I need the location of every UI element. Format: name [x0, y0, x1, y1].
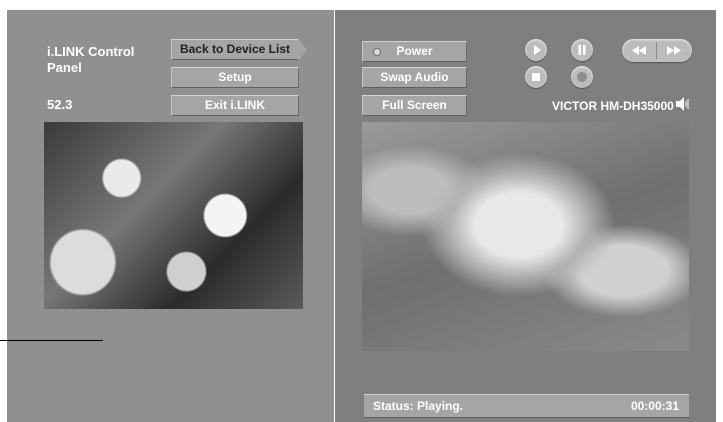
fast-forward-icon[interactable]: [657, 39, 691, 62]
pause-button[interactable]: [571, 39, 593, 61]
stop-button[interactable]: [525, 66, 547, 88]
elapsed-time: 00:00:31: [630, 399, 679, 413]
callout-line: [0, 340, 103, 341]
power-button-label: Power: [396, 44, 433, 58]
play-icon: [534, 45, 541, 55]
power-button[interactable]: Power: [362, 41, 467, 62]
app-title: i.LINK Control Panel: [47, 44, 135, 75]
channel-number: 52.3: [47, 97, 73, 112]
seek-control: [622, 39, 692, 62]
full-screen-button[interactable]: Full Screen: [362, 95, 467, 116]
pause-icon: [578, 45, 586, 55]
rewind-icon[interactable]: [622, 39, 656, 62]
play-button[interactable]: [525, 39, 547, 61]
record-button[interactable]: [571, 66, 593, 88]
setup-button[interactable]: Setup: [171, 67, 299, 88]
record-icon: [577, 72, 587, 82]
back-to-device-list-button[interactable]: Back to Device List: [171, 39, 299, 60]
status-text: Status: Playing.: [373, 399, 464, 413]
power-indicator-icon: [373, 48, 381, 56]
exit-ilink-button[interactable]: Exit i.LINK: [171, 95, 299, 116]
video-display: [362, 122, 689, 351]
device-name: VICTOR HM-DH35000: [552, 99, 674, 113]
back-button-arrow: [298, 39, 307, 61]
source-preview-image: [44, 122, 303, 309]
swap-audio-button[interactable]: Swap Audio: [362, 67, 467, 88]
status-bar: Status: Playing. 00:00:31: [364, 394, 689, 418]
speaker-icon[interactable]: [675, 95, 689, 113]
stop-icon: [532, 73, 540, 81]
